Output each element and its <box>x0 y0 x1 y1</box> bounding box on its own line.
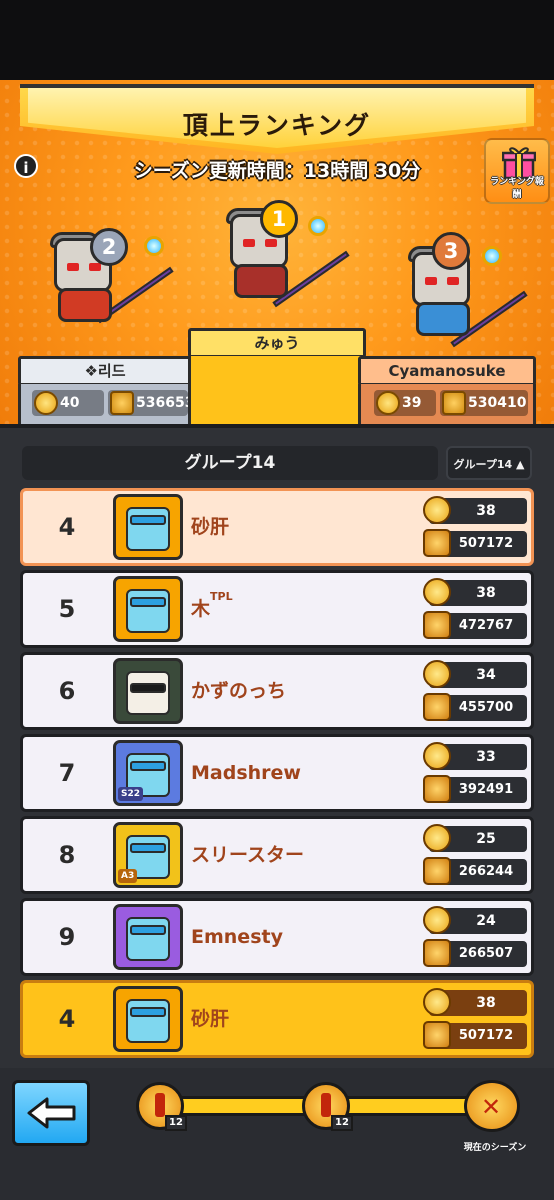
row-player-name: Madshrew <box>191 762 301 784</box>
trophy-icon <box>423 496 451 524</box>
row-player-name: 砂肝 <box>191 516 230 538</box>
crossed-swords-icon: ✕ <box>481 1093 502 1121</box>
status-bar <box>0 0 554 80</box>
points-icon <box>423 857 451 885</box>
points-icon <box>423 939 451 967</box>
title-banner: 頂上ランキング <box>20 84 534 154</box>
my-rank: 4 <box>58 1005 76 1033</box>
season-node-1[interactable]: 12 <box>136 1082 187 1131</box>
avatar[interactable]: A3 <box>113 822 183 888</box>
row-name-tag: TPL <box>210 590 233 603</box>
podium-2-name: ❖리드 <box>84 362 126 380</box>
avatar[interactable] <box>113 904 183 970</box>
group-title: グループ14 <box>22 446 438 480</box>
row-rank: 7 <box>58 759 76 787</box>
podium-2-points: 536653 <box>108 390 194 416</box>
bottom-bar: 12 12 ✕ 現在のシーズン <box>0 1068 554 1200</box>
sword-icon <box>155 1093 165 1117</box>
trophy-icon <box>34 391 58 415</box>
podium-rank-1[interactable]: みゅうJP 42 607955 <box>188 328 366 430</box>
group-ranking-panel: グループ14 グループ14 ▲ 4 砂肝 38 507172 5 木TPL 38… <box>0 424 554 1068</box>
rank-2-badge: 2 <box>90 228 128 266</box>
podium-3-name: Cyamanosuke <box>388 362 506 380</box>
avatar[interactable] <box>113 576 183 642</box>
ranking-row[interactable]: 6 かずのっち 34 455700 <box>20 652 534 730</box>
points-icon <box>423 775 451 803</box>
podium-3-trophies: 39 <box>374 390 436 416</box>
row-rank: 8 <box>58 841 76 869</box>
row-player-name: かずのっち <box>191 680 287 702</box>
row-rank: 5 <box>58 595 76 623</box>
node-1-level: 12 <box>165 1115 187 1131</box>
avatar[interactable] <box>113 494 183 560</box>
ranking-row[interactable]: 7 S22 Madshrew 33 392491 <box>20 734 534 812</box>
season-timer: シーズン更新時間：13時間 30分 <box>133 160 421 182</box>
trophy-icon <box>423 824 451 852</box>
points-icon <box>423 529 451 557</box>
avatar-tag: A3 <box>118 869 138 883</box>
avatar[interactable] <box>113 986 183 1052</box>
podium-2-trophies: 40 <box>32 390 104 416</box>
points-icon <box>110 391 134 415</box>
ranking-reward-label: ランキング報酬 <box>490 177 544 200</box>
row-rank: 4 <box>58 513 76 541</box>
current-season-node[interactable]: ✕ <box>464 1080 520 1132</box>
trophy-icon <box>423 742 451 770</box>
avatar-tag: S22 <box>118 787 144 801</box>
row-player-name: スリースター <box>191 844 305 866</box>
podium-rank-3[interactable]: CyamanosukeCB 39 530410 <box>358 356 536 430</box>
back-arrow-icon <box>27 1097 76 1129</box>
avatar[interactable]: S22 <box>113 740 183 806</box>
ranking-row[interactable]: 8 A3 スリースター 25 266244 <box>20 816 534 894</box>
current-season-label: 現在のシーズン <box>463 1143 527 1153</box>
trophy-icon <box>423 988 451 1016</box>
ranking-row[interactable]: 5 木TPL 38 472767 <box>20 570 534 648</box>
points-icon <box>423 1021 451 1049</box>
season-node-2[interactable]: 12 <box>302 1082 353 1131</box>
trophy-icon <box>423 578 451 606</box>
page-title: 頂上ランキング <box>182 111 372 140</box>
group-select-dropdown[interactable]: グループ14 ▲ <box>446 446 532 480</box>
points-icon <box>423 693 451 721</box>
rank-1-badge: 1 <box>260 200 298 238</box>
row-rank: 9 <box>58 923 76 951</box>
back-button[interactable] <box>12 1080 90 1146</box>
row-player-name: Emnesty <box>191 926 283 948</box>
ranking-header: 頂上ランキング i シーズン更新時間：13時間 30分 ランキング報酬 2 1 <box>0 80 554 430</box>
trophy-icon <box>376 391 400 415</box>
ranking-row-self[interactable]: 4 砂肝 38 507172 <box>20 488 534 566</box>
points-icon <box>423 611 451 639</box>
podium-1-name: みゅう <box>254 334 300 352</box>
ranking-reward-button[interactable]: ランキング報酬 <box>484 138 550 204</box>
node-2-level: 12 <box>331 1115 353 1131</box>
sword-icon <box>321 1093 331 1117</box>
row-rank: 6 <box>58 677 76 705</box>
rank-3-badge: 3 <box>432 232 470 270</box>
podium-rank-2[interactable]: ❖리드 40 536653 <box>18 356 194 430</box>
points-icon <box>442 391 466 415</box>
ranking-row[interactable]: 9 Emnesty 24 266507 <box>20 898 534 976</box>
row-player-name: 木TPL <box>191 590 233 620</box>
trophy-icon <box>423 906 451 934</box>
trophy-icon <box>423 660 451 688</box>
avatar[interactable] <box>113 658 183 724</box>
my-player-name: 砂肝 <box>191 1008 230 1030</box>
podium-3-points: 530410 <box>440 390 528 416</box>
my-ranking-row[interactable]: 4 砂肝 38 507172 <box>20 980 534 1058</box>
